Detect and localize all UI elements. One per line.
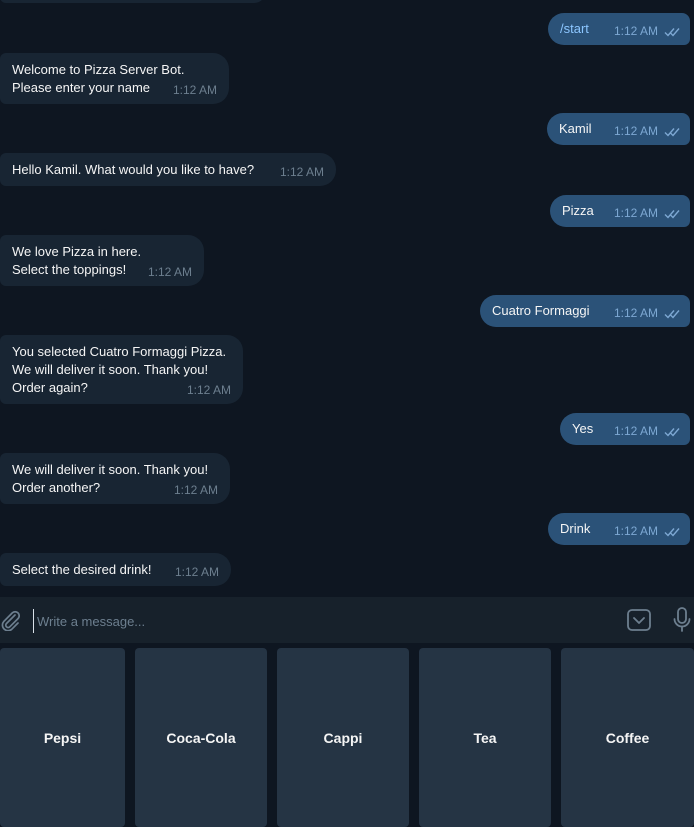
- message-text: Hello Kamil. What would you like to have…: [12, 162, 255, 177]
- message-incoming: Select the desired drink! 1:12 AM: [0, 553, 231, 586]
- message-text: Welcome to Pizza Server Bot. Please ente…: [12, 62, 185, 95]
- message-time: 1:12 AM: [613, 24, 658, 38]
- message-outgoing: Cuatro Formaggi 1:12 AM: [480, 295, 690, 327]
- paperclip-icon[interactable]: [0, 609, 20, 631]
- message-time: 1:12 AM: [613, 424, 658, 438]
- message-meta: 1:12 AM: [614, 522, 680, 540]
- message-time: 1:12 AM: [613, 124, 658, 138]
- keyboard-button-label: Pepsi: [43, 729, 82, 746]
- message-text[interactable]: /start: [560, 21, 589, 36]
- keyboard-button-label: Coca-Cola: [166, 729, 236, 746]
- microphone-icon[interactable]: [672, 606, 692, 634]
- message-outgoing: Drink 1:12 AM: [548, 513, 690, 545]
- keyboard-button-tea[interactable]: Tea: [419, 648, 551, 827]
- message-incoming: We love Pizza in here. Select the toppin…: [0, 235, 204, 286]
- keyboard-button-coffee[interactable]: Coffee: [561, 648, 694, 827]
- message-time: 1:12 AM: [613, 206, 658, 220]
- message-incoming: You selected Cuatro Formaggi Pizza. We w…: [0, 335, 243, 404]
- message-text: Kamil: [559, 121, 592, 136]
- read-receipt-icon: [664, 209, 680, 219]
- message-time: 1:12 AM: [613, 524, 658, 538]
- previous-message-fragment: [0, 0, 266, 3]
- keyboard-button-label: Coffee: [605, 729, 650, 746]
- message-outgoing: Kamil 1:12 AM: [547, 113, 690, 145]
- read-receipt-icon: [664, 427, 680, 437]
- message-meta: 1:12 AM: [614, 22, 680, 40]
- message-time: 1:12 AM: [172, 83, 217, 97]
- message-outgoing[interactable]: /start 1:12 AM: [548, 13, 690, 45]
- keyboard-button-coca-cola[interactable]: Coca-Cola: [135, 648, 267, 827]
- message-meta: 1:12 AM: [614, 422, 680, 440]
- message-meta: 1:12 AM: [614, 204, 680, 222]
- message-time: 1:12 AM: [174, 565, 219, 579]
- message-text: Pizza: [562, 203, 594, 218]
- read-receipt-icon: [664, 27, 680, 37]
- message-incoming: Welcome to Pizza Server Bot. Please ente…: [0, 53, 229, 104]
- keyboard-button-pepsi[interactable]: Pepsi: [0, 648, 125, 827]
- message-time: 1:12 AM: [186, 383, 231, 397]
- read-receipt-icon: [664, 309, 680, 319]
- message-outgoing: Yes 1:12 AM: [560, 413, 690, 445]
- reply-keyboard: Pepsi Coca-Cola Cappi Tea Coffee: [0, 643, 694, 827]
- message-time: 1:12 AM: [173, 483, 218, 497]
- message-outgoing: Pizza 1:12 AM: [550, 195, 690, 227]
- keyboard-button-cappi[interactable]: Cappi: [277, 648, 409, 827]
- message-incoming: Hello Kamil. What would you like to have…: [0, 153, 336, 186]
- message-text: We love Pizza in here. Select the toppin…: [12, 244, 142, 277]
- message-composer: [0, 596, 694, 644]
- message-text: Select the desired drink!: [12, 562, 152, 577]
- read-receipt-icon: [664, 527, 680, 537]
- keyboard-button-label: Cappi: [323, 729, 363, 746]
- message-time: 1:12 AM: [613, 306, 658, 320]
- message-time: 1:12 AM: [147, 265, 192, 279]
- message-time: 1:12 AM: [279, 165, 324, 179]
- message-incoming: We will deliver it soon. Thank you! Orde…: [0, 453, 230, 504]
- read-receipt-icon: [664, 127, 680, 137]
- keyboard-button-label: Tea: [473, 729, 497, 746]
- message-text: Drink: [560, 521, 591, 536]
- message-text: Cuatro Formaggi: [492, 303, 590, 318]
- message-meta: 1:12 AM: [614, 304, 680, 322]
- keyboard-toggle-icon[interactable]: [626, 607, 652, 633]
- message-text: Yes: [572, 421, 594, 436]
- message-meta: 1:12 AM: [614, 122, 680, 140]
- message-input[interactable]: [33, 609, 599, 633]
- chat-history[interactable]: /start 1:12 AM Welcome to Pizza Server B…: [0, 0, 694, 596]
